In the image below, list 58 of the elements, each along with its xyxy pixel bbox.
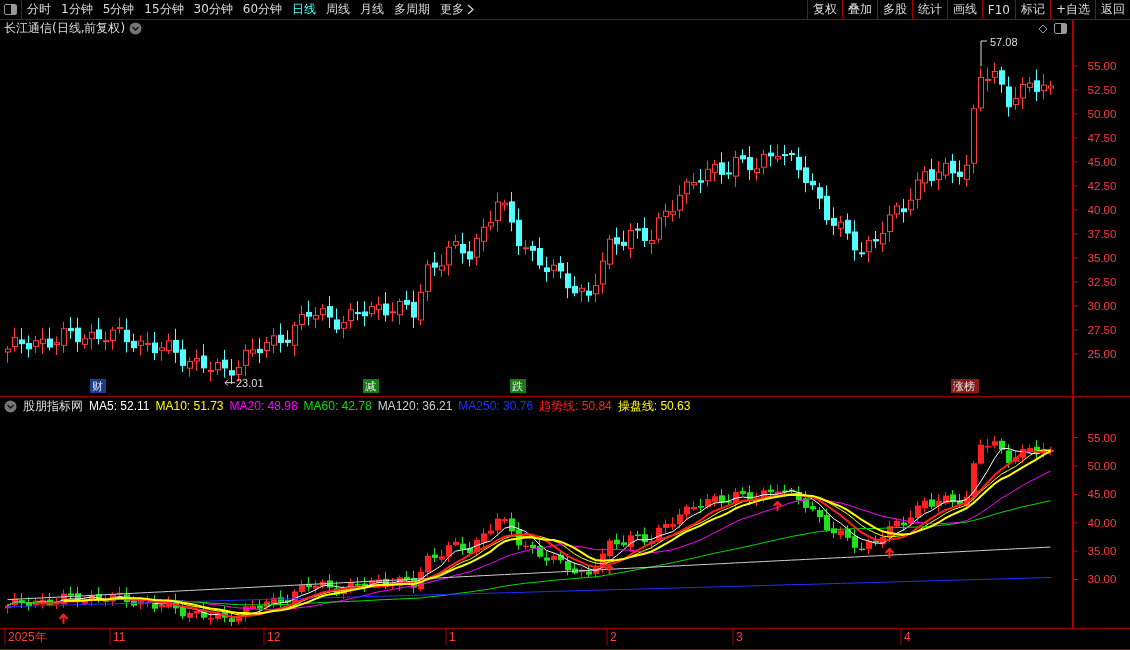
axis-label: 30.00 — [1087, 299, 1117, 312]
chevron-icon[interactable] — [467, 4, 475, 15]
axis-label: 47.50 — [1087, 131, 1117, 144]
date-label: 2 — [610, 630, 617, 644]
indicator-value: MA10: 51.73 — [155, 399, 224, 413]
event-tag[interactable]: 跌 — [510, 379, 526, 393]
indicator-value: MA120: 36.21 — [377, 399, 453, 413]
axis-label: 55.00 — [1087, 59, 1117, 72]
axis-label: 25.00 — [1087, 347, 1117, 360]
period-tab[interactable]: 月线 — [355, 1, 390, 18]
more-menu[interactable]: 更多 — [435, 1, 480, 18]
date-label: 4 — [904, 630, 911, 644]
axis-label: 42.50 — [1087, 179, 1117, 192]
indicator-value: 趋势线: 50.84 — [539, 397, 612, 415]
date-label: 11 — [113, 630, 126, 644]
date-label: 2025年 — [8, 630, 47, 644]
indicator-value: MA20: 48.98 — [229, 399, 298, 413]
event-tag[interactable]: 涨榜 — [951, 379, 979, 393]
date-label: 12 — [267, 630, 281, 644]
period-tab[interactable]: 日线 — [287, 1, 322, 18]
indicator-name: 股朋指标网 — [23, 397, 83, 415]
axis-label: 55.00 — [1087, 431, 1117, 444]
indicator-value: MA60: 42.78 — [303, 399, 372, 413]
period-tab[interactable]: 5分钟 — [97, 1, 140, 18]
panel-toggle-icon[interactable] — [1052, 21, 1068, 36]
axis-label: 45.00 — [1087, 155, 1117, 168]
period-tab[interactable]: 15分钟 — [139, 1, 189, 18]
indicator-value: MA5: 52.11 — [89, 399, 150, 413]
period-tab[interactable]: 多周期 — [389, 1, 436, 18]
event-tag[interactable]: 财 — [90, 379, 106, 393]
date-label: 3 — [736, 630, 743, 644]
axis-label: 40.00 — [1087, 203, 1117, 216]
period-tab[interactable]: 1分钟 — [56, 1, 98, 18]
period-tab[interactable]: 60分钟 — [237, 1, 288, 18]
date-label: 1 — [449, 630, 456, 644]
axis-label: 50.00 — [1087, 459, 1117, 472]
period-tab[interactable]: 周线 — [321, 1, 356, 18]
axis-label: 37.50 — [1087, 227, 1117, 240]
dropdown-icon[interactable] — [4, 399, 17, 413]
axis-label: 35.00 — [1087, 251, 1117, 264]
indicator-value: 操盘线: 50.63 — [617, 397, 691, 415]
dropdown-icon[interactable] — [129, 22, 143, 35]
axis-label: 45.00 — [1087, 488, 1117, 501]
axis-label: 52.50 — [1087, 83, 1117, 96]
period-tab[interactable]: 分时 — [22, 1, 56, 18]
axis-label: 27.50 — [1087, 323, 1117, 336]
stock-title: 长江通信(日线,前复权) — [4, 20, 126, 37]
event-tag[interactable]: 减 — [363, 379, 379, 393]
axis-label: 30.00 — [1087, 573, 1117, 586]
axis-label: 35.00 — [1087, 545, 1117, 558]
indicator-value: MA250: 30.76 — [458, 399, 534, 413]
price-label: 23.01 — [224, 376, 264, 389]
axis-label: 50.00 — [1087, 107, 1117, 120]
axis-label: 32.50 — [1087, 275, 1117, 288]
axis-label: 40.00 — [1087, 516, 1117, 529]
diamond-icon[interactable] — [1038, 23, 1048, 34]
period-tab[interactable]: 30分钟 — [188, 1, 238, 18]
price-label: 57.08 — [980, 37, 1018, 67]
